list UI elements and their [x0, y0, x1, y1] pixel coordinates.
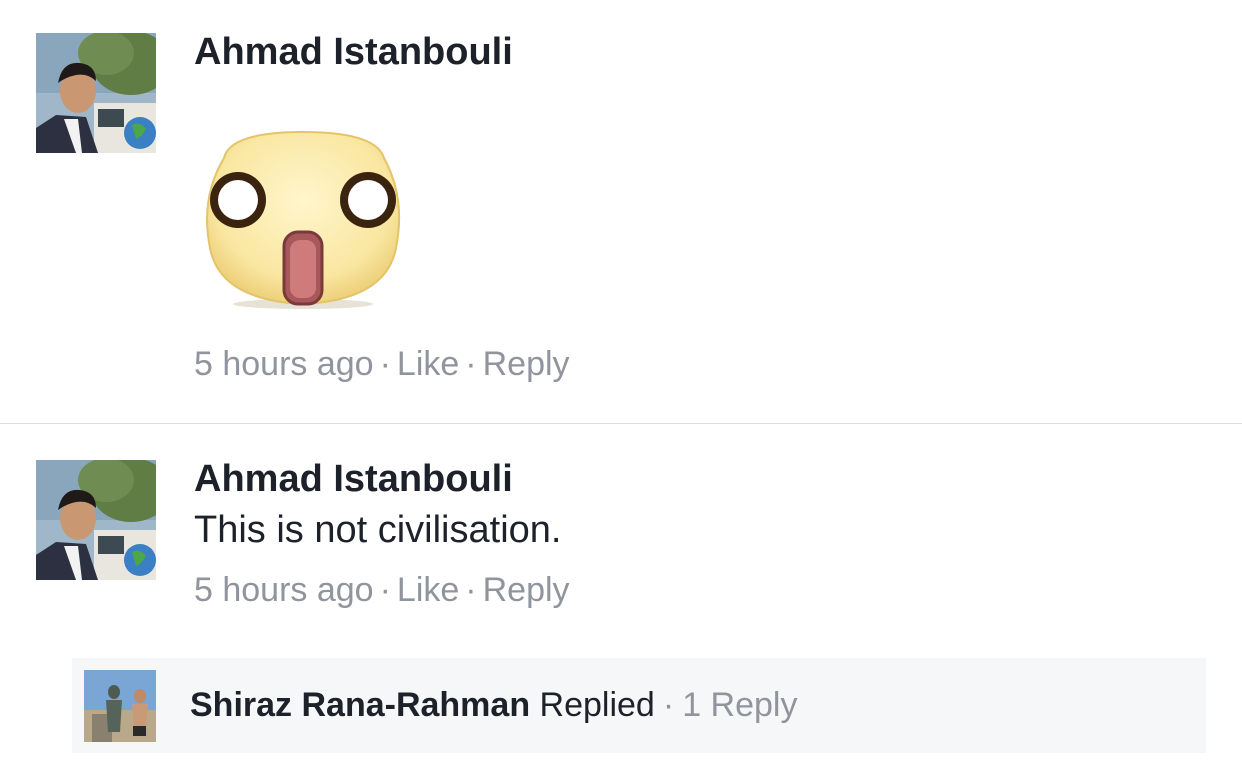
meta-separator: · [379, 571, 391, 609]
comment-2: Ahmad Istanbouli This is not civilisatio… [0, 0, 1242, 777]
like-button[interactable]: Like [397, 571, 459, 609]
replies-summary-text: Shiraz Rana-Rahman Replied · 1 Reply [190, 684, 797, 726]
replier-name[interactable]: Shiraz Rana-Rahman [190, 686, 530, 724]
replier-avatar [84, 670, 156, 742]
comment-author[interactable]: Ahmad Istanbouli [194, 457, 513, 501]
comment-meta: 5 hours ago · Like · Reply [194, 570, 570, 610]
reply-button[interactable]: Reply [483, 571, 570, 609]
replied-label: Replied [539, 686, 655, 724]
comment-text: This is not civilisation. [194, 509, 562, 551]
replies-summary[interactable]: Shiraz Rana-Rahman Replied · 1 Reply [72, 658, 1206, 753]
author-avatar[interactable] [36, 460, 156, 580]
comment-timestamp: 5 hours ago [194, 571, 374, 609]
meta-separator: · [662, 686, 675, 724]
meta-separator: · [465, 571, 477, 609]
reply-count[interactable]: 1 Reply [682, 686, 797, 724]
